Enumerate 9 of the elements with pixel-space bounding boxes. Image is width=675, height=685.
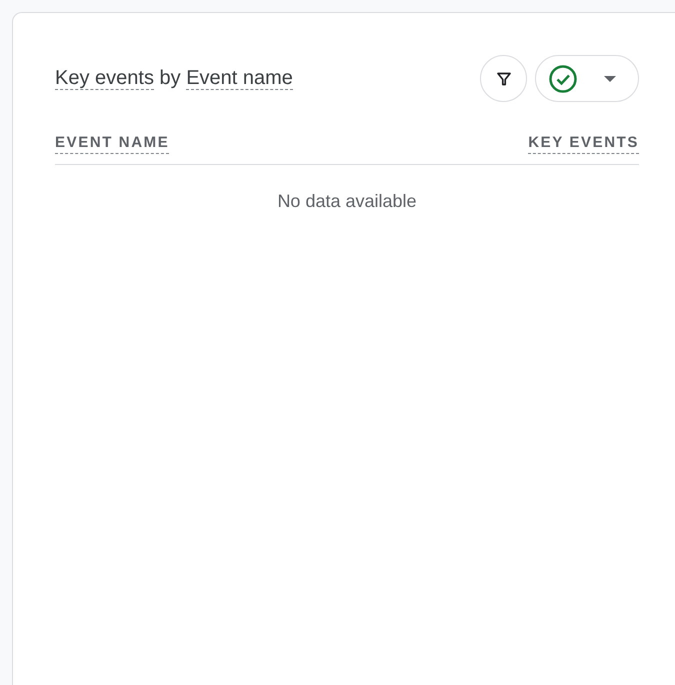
column-header[interactable]: EVENT NAME <box>55 134 170 154</box>
check-circle-icon <box>548 64 578 94</box>
empty-message: No data available <box>276 191 418 212</box>
card-title: Key events by Event name <box>55 67 293 90</box>
filter-button[interactable] <box>480 55 527 102</box>
column-header[interactable]: KEY EVENTS <box>528 134 639 154</box>
status-dropdown[interactable] <box>535 55 639 102</box>
filter-icon <box>496 72 510 86</box>
caret-icon <box>604 76 616 82</box>
